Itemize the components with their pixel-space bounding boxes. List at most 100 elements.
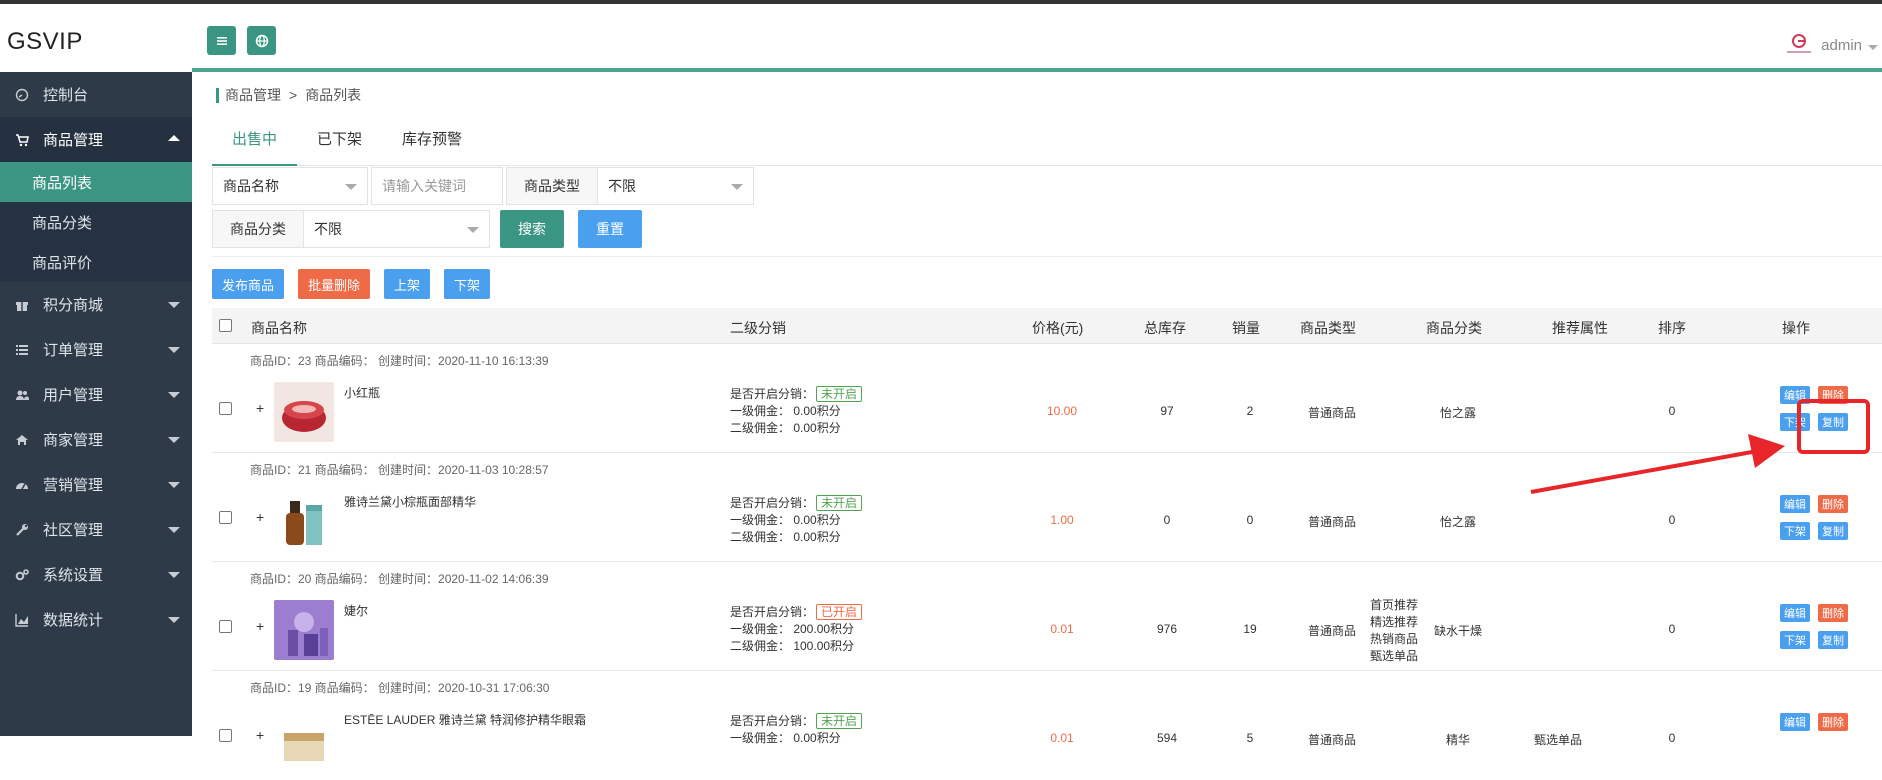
expand-icon[interactable]: +	[256, 400, 264, 416]
sidebar-subitem-goods-list[interactable]: 商品列表	[0, 162, 192, 202]
sales: 2	[1246, 404, 1254, 418]
tab-off-shelf[interactable]: 已下架	[297, 124, 382, 166]
chevron-down-icon	[1868, 44, 1878, 50]
sales: 5	[1246, 731, 1254, 745]
row-checkbox[interactable]	[219, 620, 232, 633]
expand-icon[interactable]: +	[256, 618, 264, 634]
category-select[interactable]: 不限	[304, 210, 490, 248]
edit-button[interactable]: 编辑	[1780, 495, 1810, 513]
search-button[interactable]: 搜索	[500, 210, 564, 248]
delete-button[interactable]: 删除	[1818, 604, 1848, 622]
recommend-tags: 甄选单品	[1533, 733, 1582, 747]
on-shelf-button[interactable]: 上架	[384, 269, 431, 299]
list-icon	[14, 342, 29, 357]
expand-icon[interactable]: +	[256, 727, 264, 743]
chevron-down-icon	[467, 227, 479, 233]
select-all-checkbox[interactable]	[219, 319, 232, 332]
product-name[interactable]: ESTĒE LAUDER 雅诗兰黛 特润修护精华眼霜	[344, 711, 586, 728]
dashboard-icon	[14, 87, 29, 102]
delete-button[interactable]: 删除	[1818, 713, 1848, 731]
status-tabs: 出售中 已下架 库存预警	[212, 124, 1882, 166]
sort-value[interactable]: 0	[1652, 731, 1692, 745]
keyword-field[interactable]	[371, 167, 503, 205]
sidebar-subitem-goods-category[interactable]: 商品分类	[0, 202, 192, 242]
gears-icon	[14, 567, 29, 582]
expand-icon[interactable]: +	[256, 509, 264, 525]
copy-button[interactable]: 复制	[1818, 631, 1848, 649]
status-badge: 未开启	[816, 495, 863, 511]
product-name[interactable]: 小红瓶	[344, 384, 380, 401]
table-row: 商品ID：20 商品编码： 创建时间：2020-11-02 14:06:39 +…	[212, 562, 1882, 671]
chevron-down-icon	[168, 437, 180, 443]
row-operations: 编辑 删除 下架 复制	[1780, 495, 1848, 540]
sort-value[interactable]: 0	[1652, 404, 1692, 418]
reset-button[interactable]: 重置	[578, 210, 642, 248]
product-thumbnail	[274, 491, 334, 551]
type-label: 商品类型	[506, 167, 598, 205]
filter-row-1: 商品名称 商品类型 不限	[212, 167, 754, 205]
chevron-down-icon	[168, 572, 180, 578]
home-icon	[14, 432, 29, 447]
price: 0.01	[1050, 731, 1074, 745]
sidebar-item-statistics[interactable]: 数据统计	[0, 597, 192, 642]
tab-stock-alert[interactable]: 库存预警	[382, 124, 482, 166]
delete-button[interactable]: 删除	[1818, 495, 1848, 513]
edit-button[interactable]: 编辑	[1780, 604, 1810, 622]
sidebar-item-dashboard[interactable]: 控制台	[0, 72, 192, 117]
keyword-input[interactable]	[372, 168, 502, 204]
price: 10.00	[1046, 404, 1078, 418]
tab-on-sale[interactable]: 出售中	[212, 124, 298, 166]
menu-toggle-button[interactable]	[207, 26, 236, 55]
recommend-tags: 首页推荐 精选推荐 热销商品 甄选单品	[1370, 598, 1419, 663]
batch-delete-button[interactable]: 批量删除	[298, 269, 371, 299]
users-icon	[14, 387, 29, 402]
sidebar-subitem-goods-review[interactable]: 商品评价	[0, 242, 192, 282]
type-select[interactable]: 不限	[598, 167, 754, 205]
sidebar-item-points-mall[interactable]: 积分商城	[0, 282, 192, 327]
hamburger-icon	[216, 36, 227, 45]
sidebar-item-merchants[interactable]: 商家管理	[0, 417, 192, 462]
sort-value[interactable]: 0	[1652, 513, 1692, 527]
product-type: 普通商品	[1307, 624, 1356, 638]
sidebar-item-settings[interactable]: 系统设置	[0, 552, 192, 597]
chevron-down-icon	[168, 527, 180, 533]
category-label: 商品分类	[212, 210, 304, 248]
row-meta: 商品ID：21 商品编码： 创建时间：2020-11-03 10:28:57	[250, 463, 549, 477]
breadcrumb: 商品管理 > 商品列表	[216, 85, 361, 105]
breadcrumb-parent[interactable]: 商品管理	[225, 85, 281, 105]
sort-value[interactable]: 0	[1652, 622, 1692, 636]
cart-icon	[14, 132, 29, 147]
user-menu[interactable]: admin	[1783, 32, 1878, 58]
sidebar-item-community[interactable]: 社区管理	[0, 507, 192, 552]
sidebar-item-goods[interactable]: 商品管理	[0, 117, 192, 162]
status-badge: 已开启	[816, 604, 863, 620]
row-checkbox[interactable]	[219, 402, 232, 415]
chevron-down-icon	[731, 184, 743, 190]
off-shelf-button[interactable]: 下架	[444, 269, 491, 299]
table-row: 商品ID：23 商品编码： 创建时间：2020-11-10 16:13:39 +…	[212, 344, 1882, 453]
field-select[interactable]: 商品名称	[212, 167, 368, 205]
product-name[interactable]: 婕尔	[344, 602, 368, 619]
copy-button[interactable]: 复制	[1818, 522, 1848, 540]
sidebar-item-orders[interactable]: 订单管理	[0, 327, 192, 372]
bulk-actions: 发布商品 批量删除 上架 下架	[212, 269, 491, 299]
publish-button[interactable]: 发布商品	[212, 269, 285, 299]
row-checkbox[interactable]	[219, 511, 232, 524]
price: 1.00	[1050, 513, 1074, 527]
top-header: GSVIP admin	[0, 4, 1882, 68]
main-content: 商品管理 > 商品列表 出售中 已下架 库存预警 商品名称 商品类型 不限 商品…	[192, 72, 1882, 769]
product-name[interactable]: 雅诗兰黛小棕瓶面部精华	[344, 493, 476, 510]
sidebar-item-users[interactable]: 用户管理	[0, 372, 192, 417]
sales: 19	[1243, 622, 1257, 636]
website-button[interactable]	[247, 26, 276, 55]
edit-button[interactable]: 编辑	[1780, 713, 1810, 731]
product-type: 普通商品	[1307, 515, 1356, 529]
gift-icon	[14, 297, 29, 312]
off-shelf-button[interactable]: 下架	[1780, 522, 1810, 540]
product-category: 缺水干燥	[1433, 624, 1482, 638]
distribution-info: 是否开启分销： 未开启 一级佣金： 0.00积分 二级佣金： 0.00积分	[730, 495, 863, 546]
off-shelf-button[interactable]: 下架	[1780, 631, 1810, 649]
row-meta: 商品ID：19 商品编码： 创建时间：2020-10-31 17:06:30	[250, 681, 550, 695]
sidebar-item-marketing[interactable]: 营销管理	[0, 462, 192, 507]
chevron-down-icon	[168, 302, 180, 308]
